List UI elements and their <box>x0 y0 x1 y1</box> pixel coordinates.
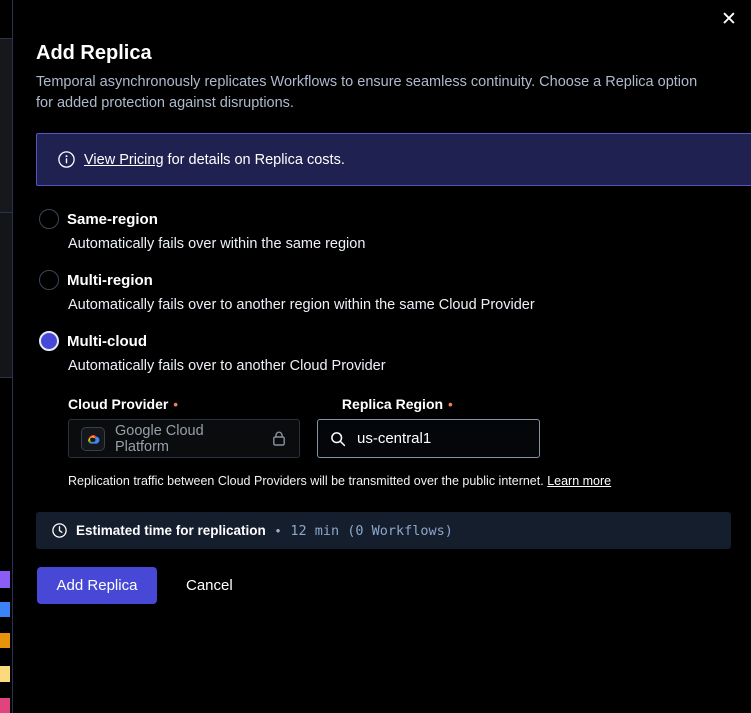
close-icon[interactable]: ✕ <box>715 8 739 32</box>
required-dot: • <box>448 397 453 412</box>
replica-region-field[interactable] <box>317 419 540 458</box>
strip-blue <box>0 602 10 617</box>
modal-left-edge <box>12 0 13 713</box>
lock-icon <box>271 430 287 447</box>
public-internet-note: Replication traffic between Cloud Provid… <box>68 474 611 488</box>
replica-region-label: Replica Region• <box>342 396 453 412</box>
cloud-provider-label: Cloud Provider• <box>68 396 178 412</box>
background-page-strip <box>0 39 12 212</box>
estimate-banner: Estimated time for replication • 12 min … <box>36 512 731 549</box>
estimate-separator: • <box>276 523 281 538</box>
estimate-value: 12 min (0 Workflows) <box>290 523 453 539</box>
cloud-provider-value: Google Cloud Platform <box>115 423 261 455</box>
option-label: Same-region <box>67 211 158 228</box>
pricing-banner-text: View Pricing for details on Replica cost… <box>84 152 345 168</box>
form-labels-row: Cloud Provider• Replica Region• <box>68 396 453 412</box>
gcp-cloud-icon <box>81 427 105 451</box>
option-description: Automatically fails over to another Clou… <box>36 358 386 374</box>
info-circle-icon <box>58 151 75 168</box>
learn-more-link[interactable]: Learn more <box>547 474 611 488</box>
estimate-label: Estimated time for replication <box>76 523 266 538</box>
strip-purple <box>0 571 10 588</box>
cancel-button[interactable]: Cancel <box>180 567 239 604</box>
pricing-info-banner: View Pricing for details on Replica cost… <box>36 133 751 186</box>
option-label: Multi-region <box>67 272 153 289</box>
pricing-banner-rest: for details on Replica costs. <box>164 152 345 168</box>
radio-same-region[interactable] <box>39 209 59 229</box>
clock-icon <box>52 523 67 538</box>
background-divider <box>0 38 12 39</box>
required-dot: • <box>173 397 178 412</box>
option-same-region[interactable]: Same-region Automatically fails over wit… <box>36 209 365 252</box>
strip-yellow <box>0 666 10 682</box>
strip-orange <box>0 633 10 648</box>
dialog-description: Temporal asynchronously replicates Workf… <box>36 72 704 114</box>
option-description: Automatically fails over to another regi… <box>36 297 535 313</box>
radio-multi-cloud[interactable] <box>39 331 59 351</box>
background-divider <box>0 212 12 213</box>
option-label: Multi-cloud <box>67 333 147 350</box>
dialog-title: Add Replica <box>36 42 152 65</box>
radio-multi-region[interactable] <box>39 270 59 290</box>
background-divider <box>0 377 12 378</box>
view-pricing-link[interactable]: View Pricing <box>84 152 164 168</box>
option-description: Automatically fails over within the same… <box>36 236 365 252</box>
option-multi-region[interactable]: Multi-region Automatically fails over to… <box>36 270 535 313</box>
add-replica-dialog: ✕ Add Replica Temporal asynchronously re… <box>0 0 751 713</box>
strip-pink <box>0 698 10 713</box>
search-icon <box>330 431 346 447</box>
background-page-strip <box>0 213 12 377</box>
cloud-provider-field: Google Cloud Platform <box>68 419 300 458</box>
add-replica-button[interactable]: Add Replica <box>37 567 157 604</box>
option-multi-cloud[interactable]: Multi-cloud Automatically fails over to … <box>36 331 386 374</box>
replica-region-input[interactable] <box>355 429 527 448</box>
